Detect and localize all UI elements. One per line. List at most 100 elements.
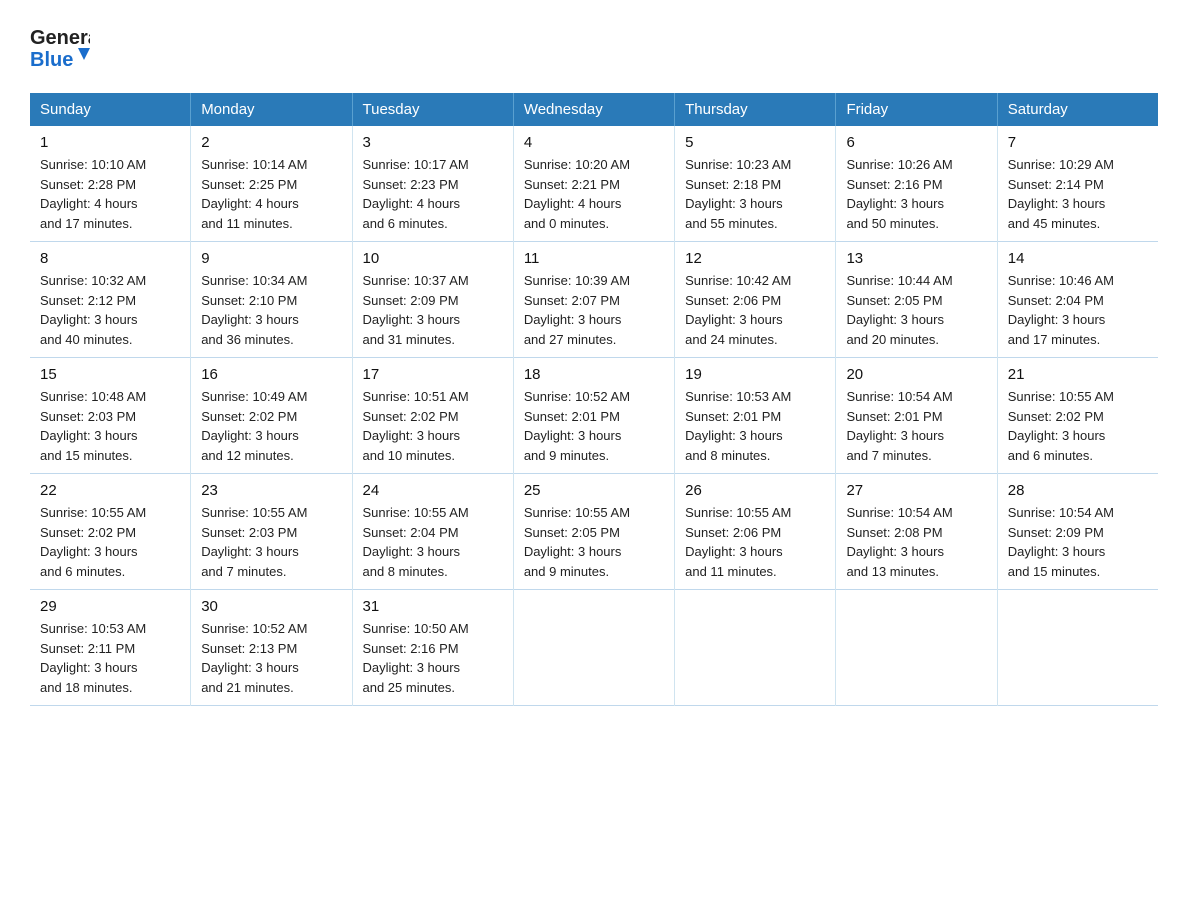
day-number: 26 bbox=[685, 482, 825, 499]
header-monday: Monday bbox=[191, 93, 352, 126]
day-cell bbox=[675, 590, 836, 706]
day-cell: 8Sunrise: 10:32 AMSunset: 2:12 PMDayligh… bbox=[30, 242, 191, 358]
day-info: Sunrise: 10:20 AMSunset: 2:21 PMDaylight… bbox=[524, 155, 664, 233]
day-number: 31 bbox=[363, 598, 503, 615]
day-cell: 6Sunrise: 10:26 AMSunset: 2:16 PMDayligh… bbox=[836, 126, 997, 242]
day-info: Sunrise: 10:46 AMSunset: 2:04 PMDaylight… bbox=[1008, 271, 1148, 349]
day-number: 28 bbox=[1008, 482, 1148, 499]
day-number: 5 bbox=[685, 134, 825, 151]
day-cell: 13Sunrise: 10:44 AMSunset: 2:05 PMDaylig… bbox=[836, 242, 997, 358]
day-cell: 29 Sunrise: 10:53 AMSunset: 2:11 PMDaylig… bbox=[30, 590, 191, 706]
week-row-1: 1 Sunrise: 10:10 AMSunset: 2:28 PMDayligh… bbox=[30, 126, 1158, 242]
day-number: 18 bbox=[524, 366, 664, 383]
day-info: Sunrise: 10:54 AMSunset: 2:01 PMDaylight… bbox=[846, 387, 986, 465]
day-cell: 18 Sunrise: 10:52 AMSunset: 2:01 PMDaylig… bbox=[513, 358, 674, 474]
day-cell bbox=[997, 590, 1158, 706]
day-cell bbox=[513, 590, 674, 706]
day-cell: 15 Sunrise: 10:48 AMSunset: 2:03 PMDaylig… bbox=[30, 358, 191, 474]
day-cell: 21 Sunrise: 10:55 AMSunset: 2:02 PMDaylig… bbox=[997, 358, 1158, 474]
day-info: Sunrise: 10:42 AMSunset: 2:06 PMDaylight… bbox=[685, 271, 825, 349]
day-cell: 22Sunrise: 10:55 AMSunset: 2:02 PMDaylig… bbox=[30, 474, 191, 590]
calendar-header-row: SundayMondayTuesdayWednesdayThursdayFrid… bbox=[30, 93, 1158, 126]
day-number: 17 bbox=[363, 366, 503, 383]
day-info: Sunrise: 10:53 AMSunset: 2:11 PMDaylight… bbox=[40, 619, 180, 697]
page-header: General Blue bbox=[30, 20, 1158, 75]
day-info: Sunrise: 10:51 AMSunset: 2:02 PMDaylight… bbox=[363, 387, 503, 465]
svg-text:General: General bbox=[30, 27, 90, 49]
day-number: 9 bbox=[201, 250, 341, 267]
day-info: Sunrise: 10:52 AMSunset: 2:13 PMDaylight… bbox=[201, 619, 341, 697]
day-cell: 25 Sunrise: 10:55 AMSunset: 2:05 PMDaylig… bbox=[513, 474, 674, 590]
day-info: Sunrise: 10:55 AMSunset: 2:05 PMDaylight… bbox=[524, 503, 664, 581]
day-cell: 4 Sunrise: 10:20 AMSunset: 2:21 PMDayligh… bbox=[513, 126, 674, 242]
day-number: 23 bbox=[201, 482, 341, 499]
day-info: Sunrise: 10:34 AMSunset: 2:10 PMDaylight… bbox=[201, 271, 341, 349]
day-number: 4 bbox=[524, 134, 664, 151]
day-cell: 24 Sunrise: 10:55 AMSunset: 2:04 PMDaylig… bbox=[352, 474, 513, 590]
day-cell: 28 Sunrise: 10:54 AMSunset: 2:09 PMDaylig… bbox=[997, 474, 1158, 590]
day-info: Sunrise: 10:55 AMSunset: 2:06 PMDaylight… bbox=[685, 503, 825, 581]
day-info: Sunrise: 10:55 AMSunset: 2:02 PMDaylight… bbox=[40, 503, 180, 581]
day-cell: 14 Sunrise: 10:46 AMSunset: 2:04 PMDaylig… bbox=[997, 242, 1158, 358]
day-cell bbox=[836, 590, 997, 706]
day-info: Sunrise: 10:37 AMSunset: 2:09 PMDaylight… bbox=[363, 271, 503, 349]
day-info: Sunrise: 10:50 AMSunset: 2:16 PMDaylight… bbox=[363, 619, 503, 697]
day-info: Sunrise: 10:54 AMSunset: 2:08 PMDaylight… bbox=[846, 503, 986, 581]
day-info: Sunrise: 10:53 AMSunset: 2:01 PMDaylight… bbox=[685, 387, 825, 465]
day-cell: 3 Sunrise: 10:17 AMSunset: 2:23 PMDayligh… bbox=[352, 126, 513, 242]
header-friday: Friday bbox=[836, 93, 997, 126]
day-cell: 16Sunrise: 10:49 AMSunset: 2:02 PMDaylig… bbox=[191, 358, 352, 474]
day-info: Sunrise: 10:55 AMSunset: 2:03 PMDaylight… bbox=[201, 503, 341, 581]
day-info: Sunrise: 10:55 AMSunset: 2:02 PMDaylight… bbox=[1008, 387, 1148, 465]
day-number: 21 bbox=[1008, 366, 1148, 383]
day-cell: 27 Sunrise: 10:54 AMSunset: 2:08 PMDaylig… bbox=[836, 474, 997, 590]
day-info: Sunrise: 10:23 AMSunset: 2:18 PMDaylight… bbox=[685, 155, 825, 233]
day-info: Sunrise: 10:49 AMSunset: 2:02 PMDaylight… bbox=[201, 387, 341, 465]
day-number: 19 bbox=[685, 366, 825, 383]
day-info: Sunrise: 10:48 AMSunset: 2:03 PMDaylight… bbox=[40, 387, 180, 465]
day-info: Sunrise: 10:10 AMSunset: 2:28 PMDaylight… bbox=[40, 155, 180, 233]
day-number: 27 bbox=[846, 482, 986, 499]
day-cell: 9 Sunrise: 10:34 AMSunset: 2:10 PMDayligh… bbox=[191, 242, 352, 358]
day-info: Sunrise: 10:55 AMSunset: 2:04 PMDaylight… bbox=[363, 503, 503, 581]
header-saturday: Saturday bbox=[997, 93, 1158, 126]
day-cell: 19 Sunrise: 10:53 AMSunset: 2:01 PMDaylig… bbox=[675, 358, 836, 474]
day-cell: 5 Sunrise: 10:23 AMSunset: 2:18 PMDayligh… bbox=[675, 126, 836, 242]
week-row-3: 15 Sunrise: 10:48 AMSunset: 2:03 PMDaylig… bbox=[30, 358, 1158, 474]
day-info: Sunrise: 10:54 AMSunset: 2:09 PMDaylight… bbox=[1008, 503, 1148, 581]
week-row-4: 22Sunrise: 10:55 AMSunset: 2:02 PMDaylig… bbox=[30, 474, 1158, 590]
calendar-table: SundayMondayTuesdayWednesdayThursdayFrid… bbox=[30, 93, 1158, 706]
day-info: Sunrise: 10:26 AMSunset: 2:16 PMDaylight… bbox=[846, 155, 986, 233]
day-number: 11 bbox=[524, 250, 664, 267]
header-thursday: Thursday bbox=[675, 93, 836, 126]
day-cell: 12 Sunrise: 10:42 AMSunset: 2:06 PMDaylig… bbox=[675, 242, 836, 358]
day-number: 20 bbox=[846, 366, 986, 383]
day-number: 15 bbox=[40, 366, 180, 383]
day-number: 25 bbox=[524, 482, 664, 499]
week-row-5: 29 Sunrise: 10:53 AMSunset: 2:11 PMDaylig… bbox=[30, 590, 1158, 706]
day-info: Sunrise: 10:32 AMSunset: 2:12 PMDaylight… bbox=[40, 271, 180, 349]
day-info: Sunrise: 10:39 AMSunset: 2:07 PMDaylight… bbox=[524, 271, 664, 349]
day-cell: 7 Sunrise: 10:29 AMSunset: 2:14 PMDayligh… bbox=[997, 126, 1158, 242]
day-cell: 31 Sunrise: 10:50 AMSunset: 2:16 PMDaylig… bbox=[352, 590, 513, 706]
header-wednesday: Wednesday bbox=[513, 93, 674, 126]
day-number: 3 bbox=[363, 134, 503, 151]
logo: General Blue bbox=[30, 20, 90, 75]
day-number: 1 bbox=[40, 134, 180, 151]
day-info: Sunrise: 10:29 AMSunset: 2:14 PMDaylight… bbox=[1008, 155, 1148, 233]
day-number: 14 bbox=[1008, 250, 1148, 267]
day-cell: 23 Sunrise: 10:55 AMSunset: 2:03 PMDaylig… bbox=[191, 474, 352, 590]
day-cell: 20 Sunrise: 10:54 AMSunset: 2:01 PMDaylig… bbox=[836, 358, 997, 474]
day-number: 30 bbox=[201, 598, 341, 615]
day-number: 24 bbox=[363, 482, 503, 499]
day-cell: 2 Sunrise: 10:14 AMSunset: 2:25 PMDayligh… bbox=[191, 126, 352, 242]
day-info: Sunrise: 10:52 AMSunset: 2:01 PMDaylight… bbox=[524, 387, 664, 465]
day-cell: 30 Sunrise: 10:52 AMSunset: 2:13 PMDaylig… bbox=[191, 590, 352, 706]
day-number: 2 bbox=[201, 134, 341, 151]
day-number: 12 bbox=[685, 250, 825, 267]
header-tuesday: Tuesday bbox=[352, 93, 513, 126]
day-number: 7 bbox=[1008, 134, 1148, 151]
day-info: Sunrise: 10:14 AMSunset: 2:25 PMDaylight… bbox=[201, 155, 341, 233]
day-number: 29 bbox=[40, 598, 180, 615]
day-info: Sunrise: 10:17 AMSunset: 2:23 PMDaylight… bbox=[363, 155, 503, 233]
